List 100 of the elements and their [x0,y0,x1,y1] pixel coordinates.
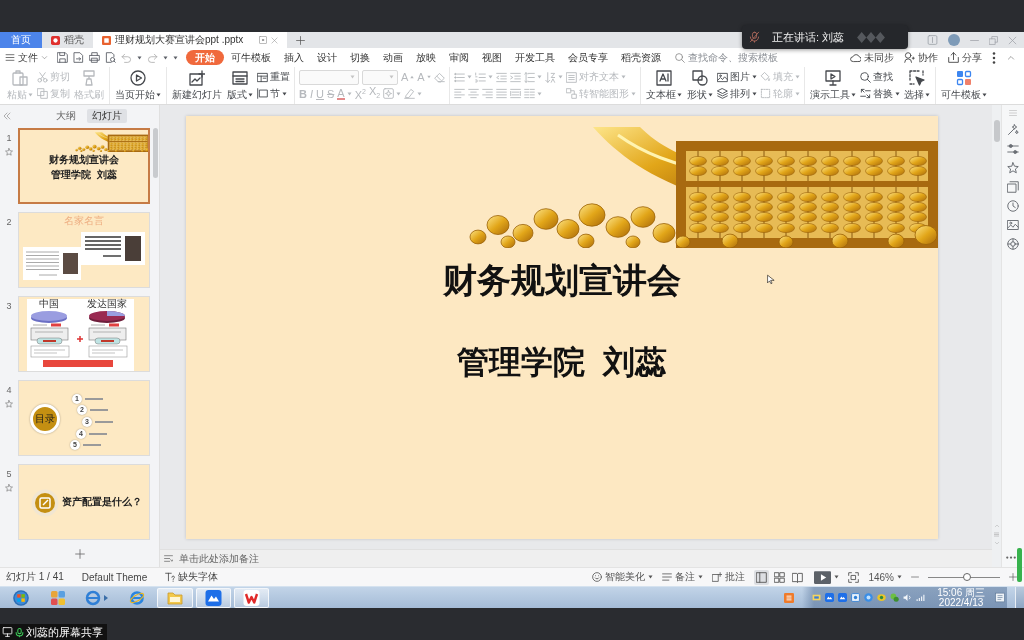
notes-field[interactable]: 单击此处添加备注 [179,553,275,564]
menu-tab[interactable]: 审阅 [443,50,475,65]
select-button[interactable]: 选择 [902,70,931,101]
circles-tray-icon[interactable] [890,593,900,602]
menu-tab[interactable]: 稻壳资源 [615,50,667,65]
taskbar-button[interactable] [196,587,231,608]
find-button[interactable]: 查找 [859,69,893,85]
menu-tab[interactable]: 切换 [344,50,376,65]
template-button[interactable]: 可牛模板 [939,70,988,101]
target-icon[interactable] [1007,238,1019,250]
scrollbar-thumb[interactable] [153,128,158,178]
play-icon[interactable] [814,570,832,584]
more-icon[interactable] [1005,556,1016,559]
file-menu[interactable]: 文件 [5,50,48,65]
avatar-icon[interactable] [948,34,960,46]
plus-icon[interactable] [296,35,306,45]
undo-icon[interactable] [121,52,132,63]
restore-icon[interactable] [989,35,998,45]
menu-tab[interactable]: 开发工具 [509,50,561,65]
vertical-scrollbar[interactable] [992,105,1001,567]
mountain-tray-icon[interactable] [825,593,835,602]
menu-tab[interactable]: 插入 [278,50,310,65]
normal-view-button[interactable] [754,569,770,585]
taskbar-button[interactable] [234,587,269,608]
missing-fonts-button[interactable]: 缺失字体 [165,570,219,584]
collaborate-button[interactable]: 协作 [904,50,938,65]
sorter-view-button[interactable] [772,569,788,585]
star-icon[interactable] [1007,162,1019,174]
home-tab[interactable]: 首页 [0,32,42,48]
tablet-icon[interactable] [927,35,938,45]
chevron-up-icon[interactable] [1006,54,1016,61]
reset-button[interactable]: 重置 [257,69,290,85]
save-icon[interactable] [57,52,68,63]
mountain-tray-icon[interactable] [838,593,848,602]
print-icon[interactable] [89,52,100,63]
drawer-tray-icon[interactable] [812,593,822,602]
print-preview-icon[interactable] [105,52,116,63]
lines-icon[interactable] [994,532,999,537]
zoom-slider[interactable] [928,572,1000,582]
previous-slide-icon[interactable] [993,524,1000,528]
new-slide-button[interactable]: 新建幻灯片 [171,70,223,101]
sync-button[interactable]: 未同步 [850,50,894,65]
layout-button[interactable]: 版式 [226,70,254,101]
sliders-icon[interactable] [1007,143,1019,155]
close-icon[interactable] [1008,35,1017,45]
panel-tab[interactable]: 大纲 [51,109,81,123]
panel-tab[interactable]: 幻灯片 [87,109,127,123]
slider-thumb[interactable] [963,573,972,581]
zoom-in-icon[interactable] [1009,573,1017,581]
notes-button[interactable]: 备注 [662,570,704,584]
share-button[interactable]: 分享 [948,50,982,65]
menu-tab[interactable]: 会员专享 [562,50,614,65]
slide-thumbnail[interactable]: 财务规划宣讲会 管理学院 刘蕊 [18,128,150,204]
menu-tab[interactable]: 设计 [311,50,343,65]
play-button[interactable]: 当页开始 [114,70,162,101]
close-icon[interactable] [271,36,279,44]
disc-tray-icon[interactable] [864,593,874,602]
slide-thumbnail[interactable]: 资产配置是什么？ [18,464,150,540]
document-tab[interactable]: 理财规划大赛宣讲会ppt .pptx [93,32,288,48]
add-slide-icon[interactable] [74,548,85,559]
list-tray-icon[interactable] [784,592,795,603]
next-slide-icon[interactable] [993,541,1000,545]
lines-icon [662,572,673,582]
signal-icon[interactable] [916,593,926,602]
slide-thumbnail[interactable]: 中国 发达国家 [18,296,150,372]
menu-tab[interactable]: 视图 [476,50,508,65]
search-field[interactable]: 查找命令、搜索模板 [688,52,782,63]
text-box-button[interactable]: 文本框 [644,70,683,101]
zoom-out-icon[interactable] [911,573,919,581]
collapse-panel-icon[interactable] [3,112,11,120]
wand-icon[interactable] [1007,124,1019,136]
menu-tab[interactable]: 动画 [377,50,409,65]
menu-icon[interactable] [1008,109,1018,117]
caret-icon[interactable] [834,575,840,579]
picture-button[interactable]: 图片 [716,69,757,85]
presentation-tools-button[interactable]: 演示工具 [808,70,857,101]
app-tab[interactable]: 稻壳 [42,32,93,48]
fit-icon[interactable] [848,571,860,583]
replace-button[interactable]: 替换 [859,86,900,102]
more-icon[interactable] [992,51,996,64]
zoom-level-button[interactable]: 146% [868,571,902,583]
square-tray-icon[interactable] [851,593,861,602]
eye-tray-icon[interactable] [877,593,887,602]
caret-icon[interactable] [137,55,142,60]
shapes-button[interactable]: 形状 [685,70,714,101]
export-icon[interactable] [73,52,84,63]
comments-button[interactable]: 批注 [712,570,746,584]
scrollbar-thumb[interactable] [993,120,1000,142]
show-desktop-button[interactable] [1015,587,1024,608]
document-icon[interactable] [995,592,1005,603]
clock-icon[interactable] [1007,200,1019,212]
redo-icon[interactable] [147,52,158,63]
speaker-icon[interactable] [903,593,913,602]
section-button[interactable]: 节 [257,86,287,102]
slides-icon[interactable] [1007,181,1019,193]
menu-tab[interactable]: 放映 [410,50,442,65]
arrange-button[interactable]: 排列 [716,86,757,102]
image-icon[interactable] [1007,219,1019,231]
menu-tab[interactable]: 可牛模板 [225,50,277,65]
beautify-button[interactable]: 智能美化 [592,570,654,584]
